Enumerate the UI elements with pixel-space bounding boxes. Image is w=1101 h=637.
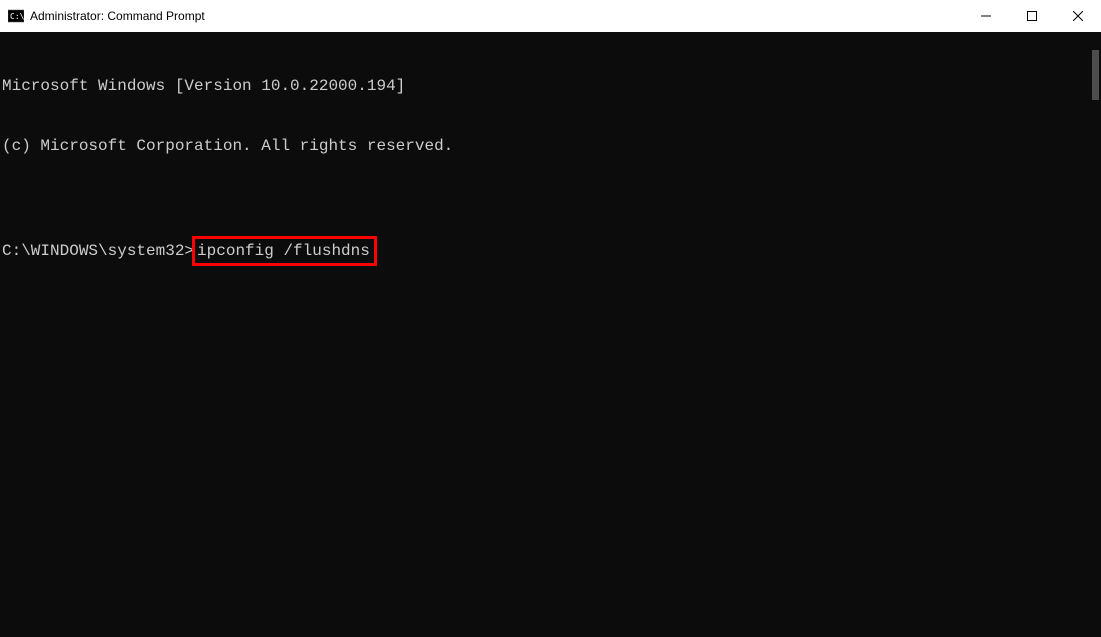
command-text: ipconfig /flushdns xyxy=(197,242,370,260)
maximize-button[interactable] xyxy=(1009,0,1055,32)
minimize-icon xyxy=(981,11,991,21)
command-prompt-window: C:\ Administrator: Command Prompt xyxy=(0,0,1101,637)
command-highlight: ipconfig /flushdns xyxy=(192,236,377,266)
version-line: Microsoft Windows [Version 10.0.22000.19… xyxy=(2,76,1101,96)
window-controls xyxy=(963,0,1101,32)
terminal-area[interactable]: Microsoft Windows [Version 10.0.22000.19… xyxy=(0,32,1101,637)
titlebar[interactable]: C:\ Administrator: Command Prompt xyxy=(0,0,1101,32)
copyright-line: (c) Microsoft Corporation. All rights re… xyxy=(2,136,1101,156)
cmd-icon: C:\ xyxy=(8,8,24,24)
minimize-button[interactable] xyxy=(963,0,1009,32)
terminal-content: Microsoft Windows [Version 10.0.22000.19… xyxy=(0,32,1101,306)
window-title: Administrator: Command Prompt xyxy=(30,9,205,23)
vertical-scrollbar[interactable] xyxy=(1084,32,1101,637)
scrollbar-thumb[interactable] xyxy=(1092,50,1099,100)
titlebar-left: C:\ Administrator: Command Prompt xyxy=(8,8,205,24)
svg-text:C:\: C:\ xyxy=(10,12,24,21)
prompt-text: C:\WINDOWS\system32> xyxy=(2,241,194,261)
close-button[interactable] xyxy=(1055,0,1101,32)
close-icon xyxy=(1073,11,1083,21)
maximize-icon xyxy=(1027,11,1037,21)
prompt-line: C:\WINDOWS\system32>ipconfig /flushdns xyxy=(2,236,1101,266)
